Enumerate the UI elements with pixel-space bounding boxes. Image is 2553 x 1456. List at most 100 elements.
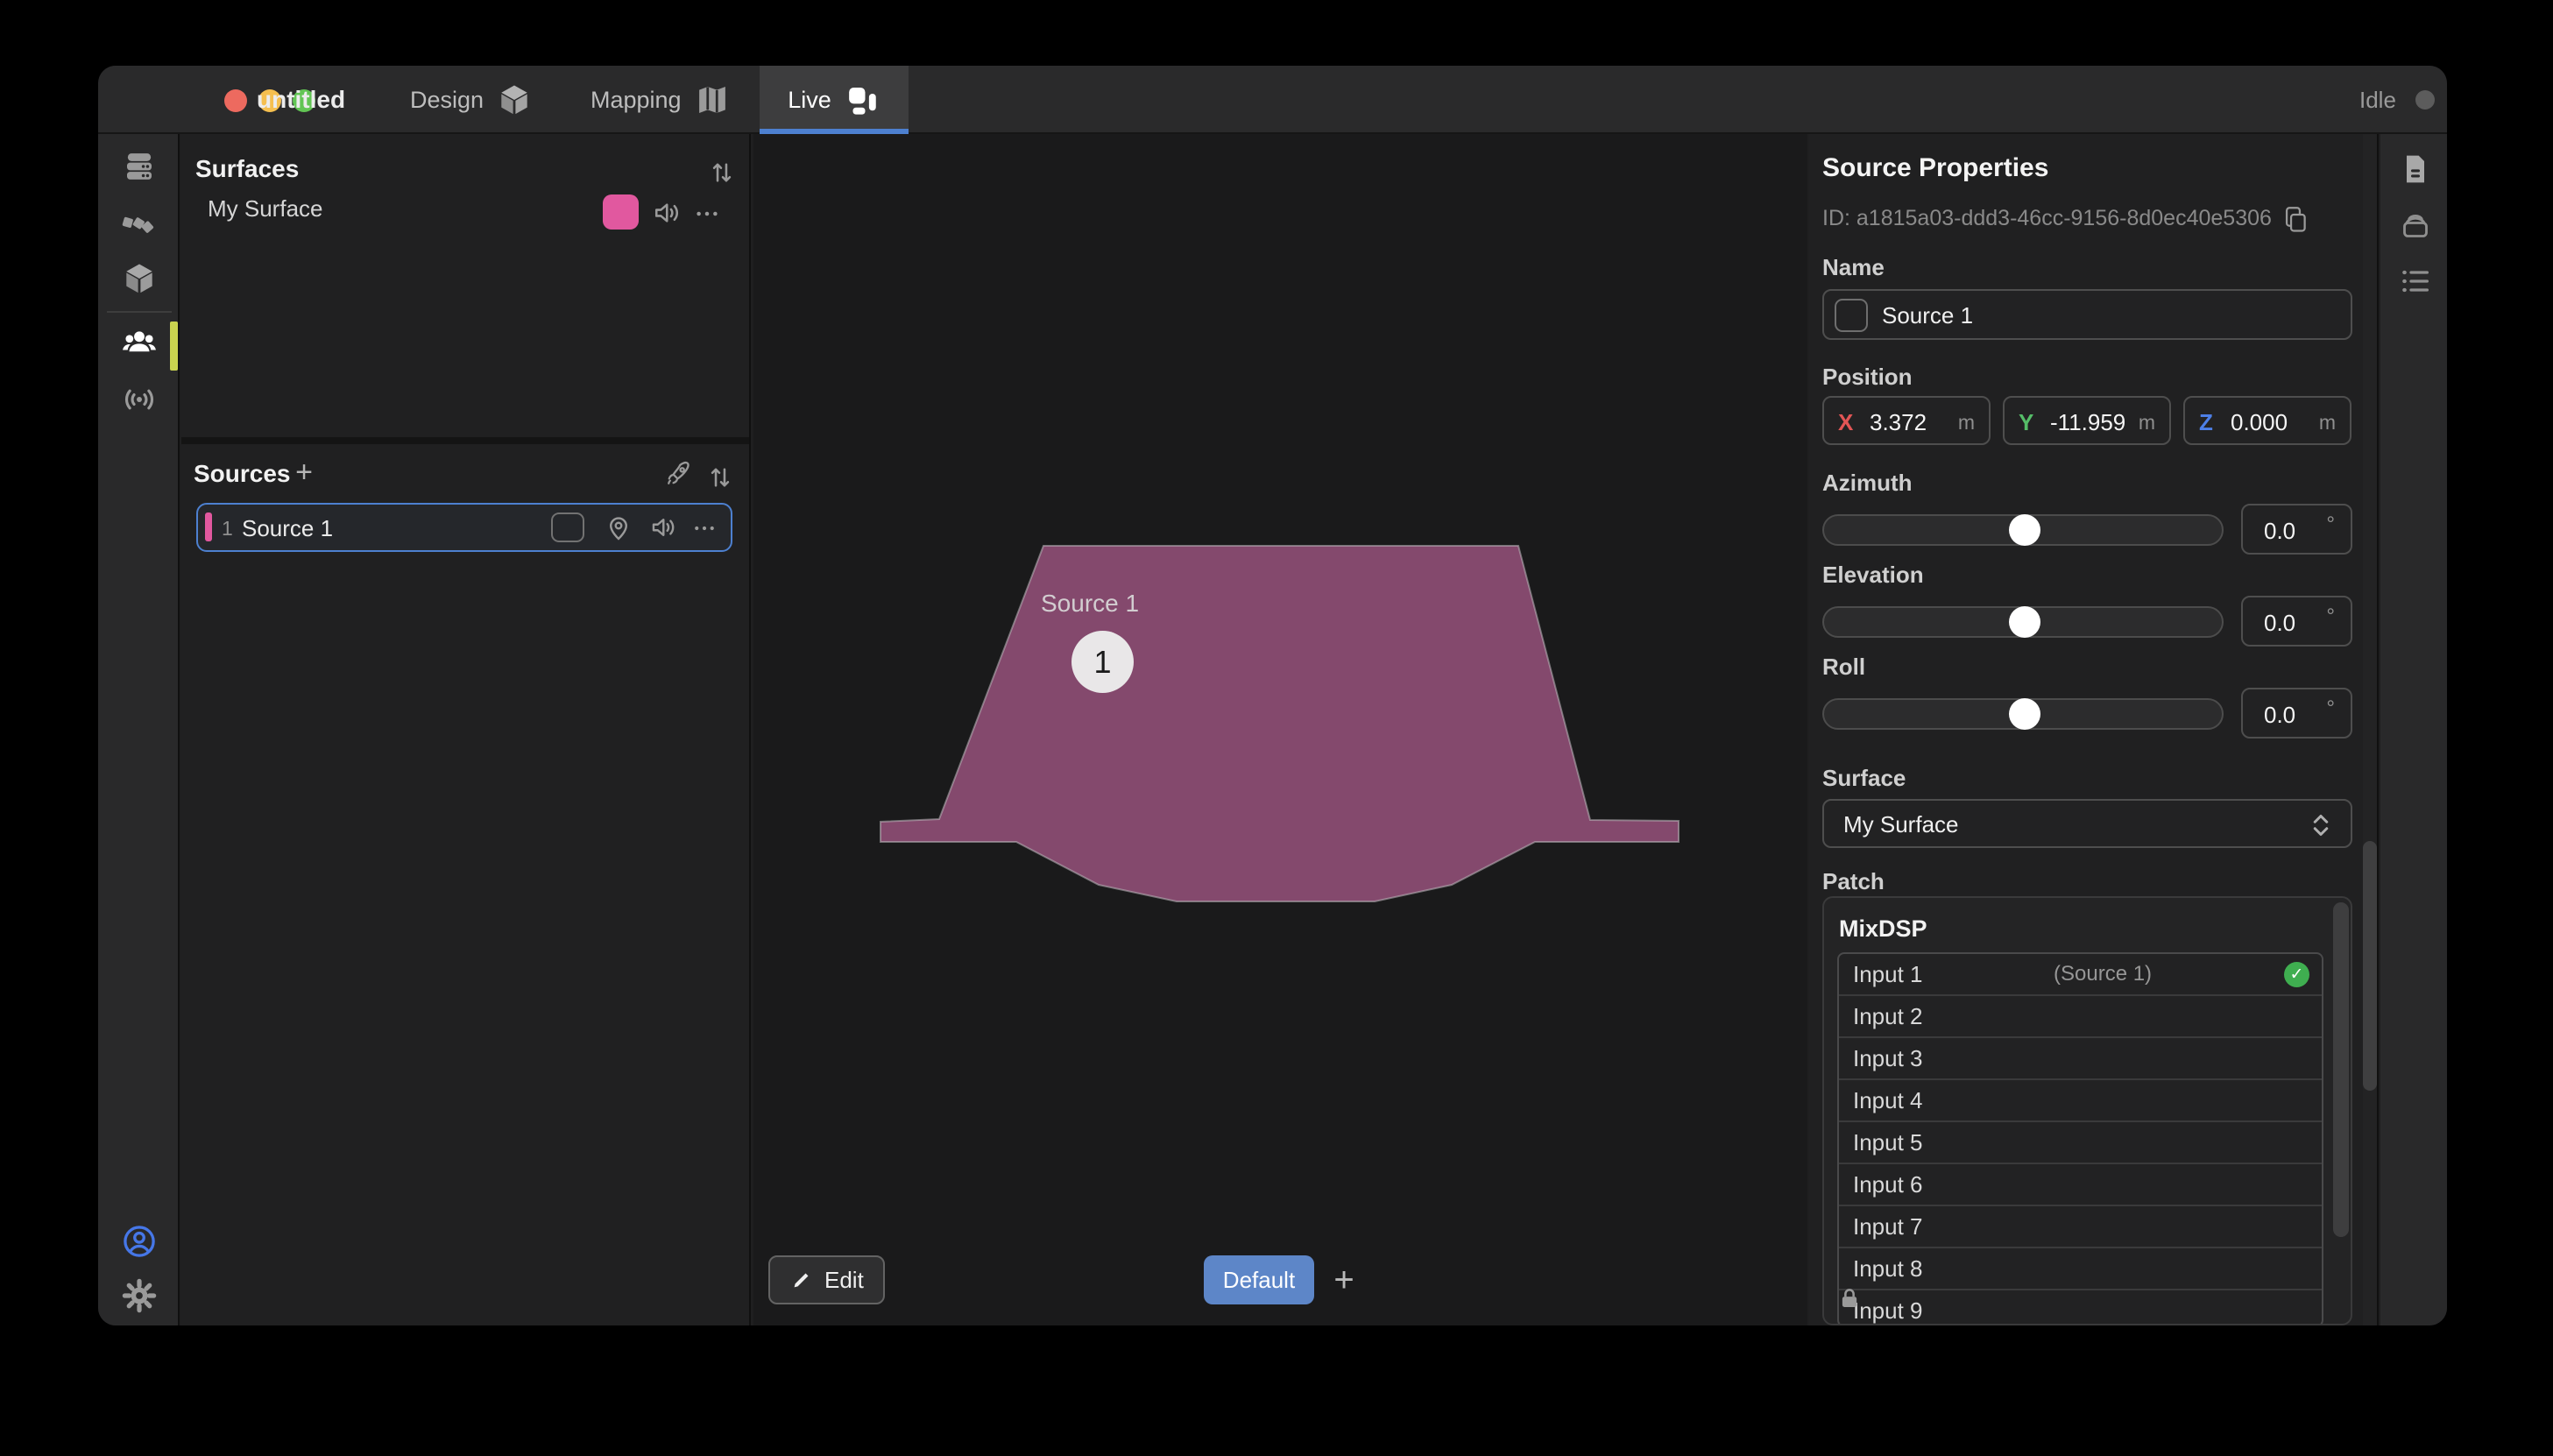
patch-input-row[interactable]: Input 4 (1839, 1080, 2322, 1122)
source-name: Source 1 (242, 515, 333, 542)
azimuth-slider[interactable] (1822, 514, 2224, 546)
source-position-handle[interactable]: 1 (1071, 631, 1134, 693)
broadcast-icon[interactable] (121, 381, 158, 418)
source-list-item[interactable]: 1 Source 1 (196, 503, 732, 552)
more-options-icon[interactable] (692, 201, 722, 227)
source-color-bar (205, 512, 212, 541)
cube-rail-icon[interactable] (121, 260, 158, 297)
tab-live[interactable]: Live (760, 66, 909, 134)
tab-design[interactable]: Design (410, 66, 533, 134)
more-options-icon[interactable] (690, 516, 718, 541)
archive-box-icon[interactable] (2398, 208, 2433, 243)
surfaces-panel: Surfaces My Surface (181, 134, 749, 437)
status-indicator-dot (2415, 90, 2435, 110)
azimuth-value-input[interactable]: 0.0 ° (2241, 504, 2352, 555)
surface-color-swatch[interactable] (603, 194, 639, 230)
surface-item-name: My Surface (208, 195, 323, 223)
position-y-input[interactable]: Y -11.959 m (2003, 396, 2171, 445)
position-z-input[interactable]: Z 0.000 m (2183, 396, 2351, 445)
source-properties-panel: Source Properties ID: a1815a03-ddd3-46cc… (1809, 134, 2379, 1325)
panel-scrollbar-track[interactable] (2363, 134, 2377, 1325)
surfaces-panel-title: Surfaces (195, 155, 299, 183)
axis-z-letter: Z (2199, 409, 2213, 436)
document-properties-icon[interactable] (2398, 152, 2433, 187)
patch-input-row[interactable]: Input 3 (1839, 1038, 2322, 1080)
properties-content: Source Properties ID: a1815a03-ddd3-46cc… (1822, 134, 2352, 1325)
patch-input-row[interactable]: Input 5 (1839, 1122, 2322, 1164)
patch-input-row[interactable]: Input 1 (Source 1) ✓ (1839, 954, 2322, 996)
account-icon[interactable] (121, 1223, 158, 1260)
name-label: Name (1822, 254, 1885, 281)
patch-input-row[interactable]: Input 2 (1839, 996, 2322, 1038)
name-color-swatch[interactable] (1835, 299, 1868, 332)
snapshot-default-button[interactable]: Default (1204, 1255, 1314, 1304)
patch-scrollbar-thumb[interactable] (2333, 902, 2349, 1237)
copy-id-icon[interactable] (2281, 204, 2310, 234)
source-checkbox[interactable] (551, 512, 584, 542)
live-layout-icon (844, 81, 880, 118)
roll-value-input[interactable]: 0.0 ° (2241, 688, 2352, 739)
add-source-button[interactable]: + (286, 453, 322, 491)
add-snapshot-button[interactable]: + (1321, 1255, 1367, 1304)
elevation-value-input[interactable]: 0.0 ° (2241, 596, 2352, 647)
cube-icon (496, 81, 533, 118)
azimuth-slider-thumb[interactable] (2009, 514, 2040, 546)
elevation-slider[interactable] (1822, 606, 2224, 638)
chevron-updown-icon (2305, 809, 2337, 842)
speaker-icon[interactable] (652, 197, 683, 229)
pencil-icon (789, 1268, 814, 1292)
elevation-unit: ° (2326, 604, 2335, 629)
rocket-icon[interactable] (663, 458, 693, 490)
patch-device-name: MixDSP (1839, 915, 1927, 943)
elevation-slider-thumb[interactable] (2009, 606, 2040, 638)
elevation-value: 0.0 (2264, 610, 2295, 637)
surface-coverage-shape (753, 134, 1807, 1325)
settings-gear-icon[interactable] (121, 1277, 158, 1314)
roll-unit: ° (2326, 696, 2335, 721)
sort-icon[interactable] (705, 460, 735, 495)
surface-select[interactable]: My Surface (1822, 799, 2352, 848)
window-title: untitled (257, 66, 345, 134)
canvas-source-label: Source 1 (1041, 590, 1139, 618)
roll-slider-thumb[interactable] (2009, 698, 2040, 730)
azimuth-value: 0.0 (2264, 518, 2295, 545)
sort-icon[interactable] (707, 155, 737, 190)
source-id-text: ID: a1815a03-ddd3-46cc-9156-8d0ec40e5306 (1822, 206, 2272, 231)
lock-icon[interactable] (1836, 1283, 1863, 1313)
left-panels-column: Surfaces My Surface S (181, 134, 751, 1325)
properties-title: Source Properties (1822, 153, 2048, 183)
close-traffic-light[interactable] (224, 89, 247, 112)
location-pin-icon[interactable] (604, 512, 633, 543)
elevation-label: Elevation (1822, 562, 1924, 589)
sources-panel-title: Sources (194, 460, 291, 488)
tab-design-label: Design (410, 87, 484, 114)
surface-label: Surface (1822, 765, 1906, 792)
engine-status: Idle (2359, 66, 2435, 134)
patched-source-badge: (Source 1) (2054, 962, 2152, 986)
position-x-input[interactable]: X 3.372 m (1822, 396, 1991, 445)
speaker-rack-icon[interactable] (121, 148, 158, 185)
spatial-canvas[interactable]: Source 1 1 Edit Default + (753, 134, 1807, 1325)
position-x-value: 3.372 (1870, 409, 1927, 436)
patch-input-row[interactable]: Input 8 (1839, 1248, 2322, 1290)
right-icon-rail (2380, 134, 2447, 1325)
position-y-value: -11.959 (2050, 409, 2125, 436)
roll-slider[interactable] (1822, 698, 2224, 730)
tab-mapping[interactable]: Mapping (591, 66, 731, 134)
patch-input-row[interactable]: Input 9 (1839, 1290, 2322, 1325)
list-icon[interactable] (2398, 264, 2433, 299)
name-value: Source 1 (1882, 302, 1973, 329)
snapshot-label: Default (1223, 1267, 1295, 1294)
position-label: Position (1822, 364, 1913, 391)
speaker-icon[interactable] (649, 512, 679, 542)
array-arc-icon[interactable] (121, 204, 158, 241)
patch-input-row[interactable]: Input 6 (1839, 1164, 2322, 1206)
edit-button[interactable]: Edit (768, 1255, 885, 1304)
panel-scrollbar-thumb[interactable] (2363, 841, 2377, 1091)
map-icon (694, 81, 731, 118)
axis-x-letter: X (1838, 409, 1853, 436)
name-input[interactable]: Source 1 (1822, 289, 2352, 340)
surface-select-value: My Surface (1843, 811, 1959, 838)
sources-people-icon[interactable] (121, 325, 158, 362)
patch-input-row[interactable]: Input 7 (1839, 1206, 2322, 1248)
